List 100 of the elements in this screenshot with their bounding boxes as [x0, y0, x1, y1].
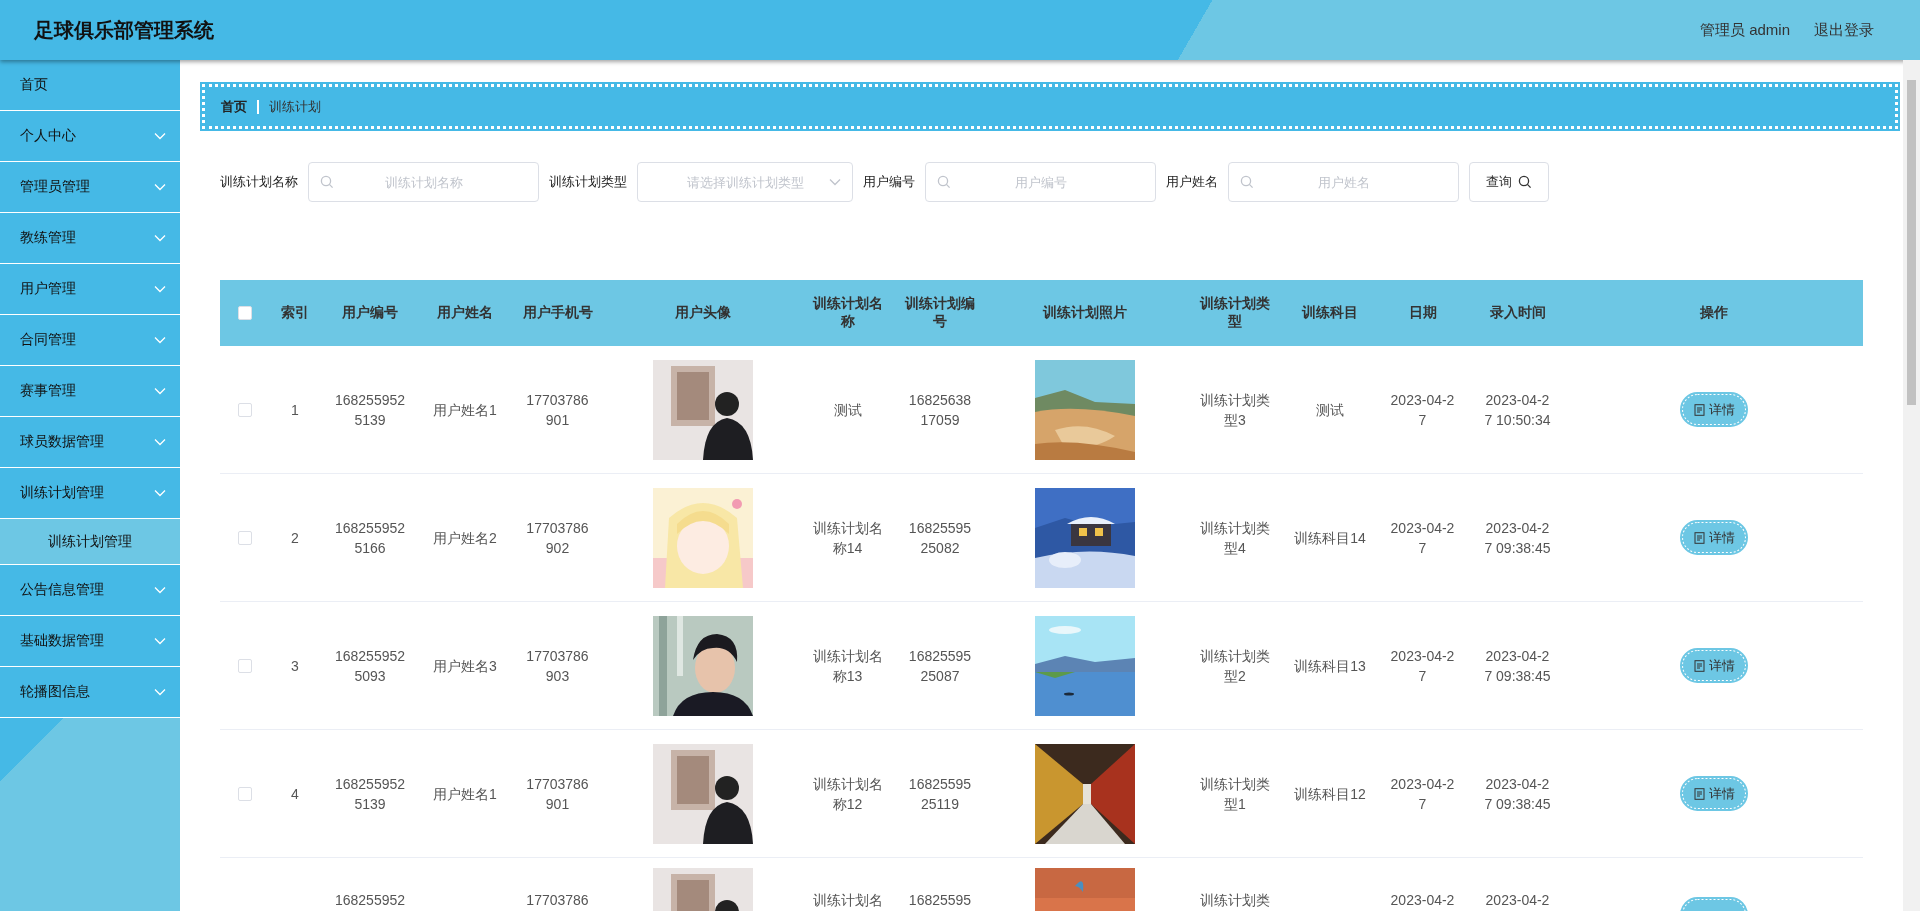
- field-label: 训练计划类型: [549, 173, 627, 191]
- table-cell-text: 训练计划名称12: [811, 774, 884, 814]
- table-cell-text: 训练计划类: [1199, 891, 1271, 910]
- user-label: 管理员 admin: [1699, 20, 1790, 40]
- detail-button[interactable]: 详情: [1681, 521, 1747, 554]
- search-icon: [320, 175, 334, 189]
- checkbox[interactable]: [238, 306, 252, 320]
- table-cell-text: 1682559525139: [334, 774, 406, 814]
- table-cell-text: 1682559525082: [907, 518, 973, 558]
- chevron-down-icon: [154, 688, 166, 696]
- table-cell-text: 1682559525119: [907, 774, 973, 814]
- table-cell-text: 2023-04-27 09:38:45: [1483, 518, 1552, 558]
- chevron-down-icon: [154, 183, 166, 191]
- column-header: 用户头像: [674, 304, 731, 322]
- column-header: 训练计划照片: [1043, 304, 1127, 322]
- checkbox[interactable]: [238, 530, 252, 545]
- table-cell-text: 训练科目13: [1293, 656, 1367, 676]
- table-cell-text: 训练科目14: [1293, 528, 1367, 548]
- checkbox[interactable]: [238, 402, 252, 417]
- chevron-down-icon: [154, 234, 166, 242]
- checkbox[interactable]: [238, 658, 252, 673]
- table-cell-text: 1: [291, 400, 299, 420]
- table-cell-text: 1682559525166: [334, 518, 406, 558]
- search-icon: [1518, 175, 1532, 189]
- app-title: 足球俱乐部管理系统: [34, 17, 215, 43]
- column-header: 日期: [1408, 304, 1437, 322]
- logout-link[interactable]: 退出登录: [1814, 20, 1874, 40]
- chevron-down-icon: [154, 489, 166, 497]
- document-icon: [1693, 659, 1705, 672]
- chevron-down-icon: [154, 387, 166, 395]
- table-cell-text: 4: [291, 784, 299, 804]
- table-cell-text: 训练计划名称13: [811, 646, 884, 686]
- input-field[interactable]: 用户编号: [925, 162, 1156, 202]
- table-cell-text: 用户姓名3: [433, 656, 497, 676]
- chevron-down-icon: [829, 178, 841, 186]
- table-cell-text: 训练计划类型3: [1199, 390, 1271, 430]
- table-cell-text: 2023-04-2: [1484, 891, 1551, 910]
- document-icon: [1693, 787, 1705, 800]
- checkbox[interactable]: [238, 786, 252, 801]
- column-header: 训练计划类型: [1199, 295, 1271, 331]
- table-cell-text: 2023-04-27 09:38:45: [1483, 774, 1552, 814]
- table-cell-text: 用户姓名1: [433, 400, 497, 420]
- table-cell-text: 用户姓名2: [433, 528, 497, 548]
- chevron-down-icon: [154, 285, 166, 293]
- table-cell-text: 训练计划类型1: [1199, 774, 1271, 814]
- table-cell-text: 2023-04-27: [1389, 646, 1456, 686]
- sidebar-item[interactable]: 基础数据管理: [0, 616, 180, 667]
- table-cell-text: 17703786902: [525, 518, 590, 558]
- chevron-down-icon: [154, 336, 166, 344]
- scrollbar[interactable]: [1903, 60, 1920, 911]
- field-label: 训练计划名称: [220, 173, 298, 191]
- chevron-down-icon: [154, 637, 166, 645]
- table-cell-text: 168255952: [334, 891, 406, 910]
- table-cell-text: 16825595: [907, 891, 973, 910]
- column-header: 训练计划名称: [811, 295, 884, 331]
- table-cell-text: 1682559525087: [907, 646, 973, 686]
- column-header: 索引: [281, 304, 309, 322]
- table-cell-text: 17703786903: [525, 646, 590, 686]
- table-cell-text: 2: [291, 528, 299, 548]
- table-cell-text: 17703786: [525, 891, 590, 910]
- table-cell-text: 17703786901: [525, 774, 590, 814]
- column-header: 训练计划编号: [904, 295, 976, 331]
- table-cell-text: 2023-04-27 09:38:45: [1483, 646, 1552, 686]
- column-header: 用户手机号: [522, 304, 593, 322]
- table-cell-text: 训练科目12: [1293, 784, 1367, 804]
- table-cell-text: 训练计划类型4: [1199, 518, 1271, 558]
- input-field[interactable]: 训练计划名称: [308, 162, 539, 202]
- sidebar-subitem[interactable]: 训练计划管理: [0, 519, 180, 565]
- search-icon: [937, 175, 951, 189]
- breadcrumb-link[interactable]: 首页: [221, 97, 247, 116]
- table-cell-text: 测试: [832, 400, 863, 420]
- select-field[interactable]: 请选择训练计划类型: [637, 162, 853, 202]
- detail-button[interactable]: 详情: [1681, 393, 1747, 426]
- sidebar-item[interactable]: 轮播图信息: [0, 667, 180, 718]
- table-cell-text: 2023-04-27: [1389, 518, 1456, 558]
- input-field[interactable]: 用户姓名: [1228, 162, 1459, 202]
- breadcrumb-current: 训练计划: [269, 97, 321, 116]
- column-header: 操作: [1700, 304, 1728, 322]
- field-label: 用户编号: [863, 173, 915, 191]
- detail-button[interactable]: 详情: [1681, 649, 1747, 682]
- search-icon: [1240, 175, 1254, 189]
- detail-button[interactable]: 详情: [1681, 777, 1747, 810]
- column-header: 用户姓名: [437, 304, 493, 322]
- table-cell-text: 训练计划名: [811, 891, 884, 910]
- document-icon: [1693, 531, 1705, 544]
- chevron-down-icon: [154, 438, 166, 446]
- table-cell-text: 17703786901: [525, 390, 590, 430]
- field-label: 用户姓名: [1166, 173, 1218, 191]
- table-cell-text: 1682559525093: [334, 646, 406, 686]
- table-cell-text: 2023-04-2: [1389, 891, 1456, 910]
- column-header: 训练科目: [1302, 304, 1358, 322]
- chevron-down-icon: [154, 132, 166, 140]
- table-cell-text: 2023-04-27: [1389, 390, 1456, 430]
- table-cell-text: 2023-04-27 10:50:34: [1483, 390, 1552, 430]
- table-cell-text: 2023-04-27: [1389, 774, 1456, 814]
- table-cell-text: 测试: [1315, 400, 1345, 420]
- search-button[interactable]: 查询: [1469, 162, 1549, 202]
- table-cell-text: 用户姓名1: [433, 784, 497, 804]
- table-cell-text: 1682559525139: [334, 390, 406, 430]
- chevron-down-icon: [154, 586, 166, 594]
